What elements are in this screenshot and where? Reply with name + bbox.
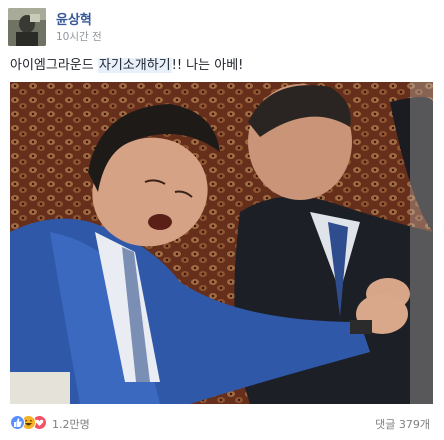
post-caption: 아이엠그라운드 자기소개하기!! 나는 아베! [10, 54, 243, 73]
post-footer: 1.2만명 댓글 379개 [0, 408, 444, 440]
photo-illustration [10, 82, 433, 404]
comment-count[interactable]: 댓글 379개 [375, 416, 430, 432]
facebook-post: 윤상혁 10시간 전 아이엠그라운드 자기소개하기!! 나는 아베! 1.2만명… [0, 0, 444, 440]
post-header: 윤상혁 10시간 전 [8, 8, 428, 50]
like-icon [10, 415, 25, 430]
reaction-count[interactable]: 1.2만명 [52, 416, 90, 432]
avatar-image [8, 8, 46, 46]
author-avatar[interactable] [8, 8, 46, 46]
caption-highlight: 자기소개하기 [97, 58, 172, 73]
caption-text-start: 아이엠그라운드 [10, 58, 98, 73]
post-timestamp[interactable]: 10시간 전 [56, 29, 102, 44]
caption-text-end: !! 나는 아베! [171, 58, 244, 73]
post-photo[interactable] [10, 82, 433, 404]
author-name[interactable]: 윤상혁 [56, 9, 92, 28]
